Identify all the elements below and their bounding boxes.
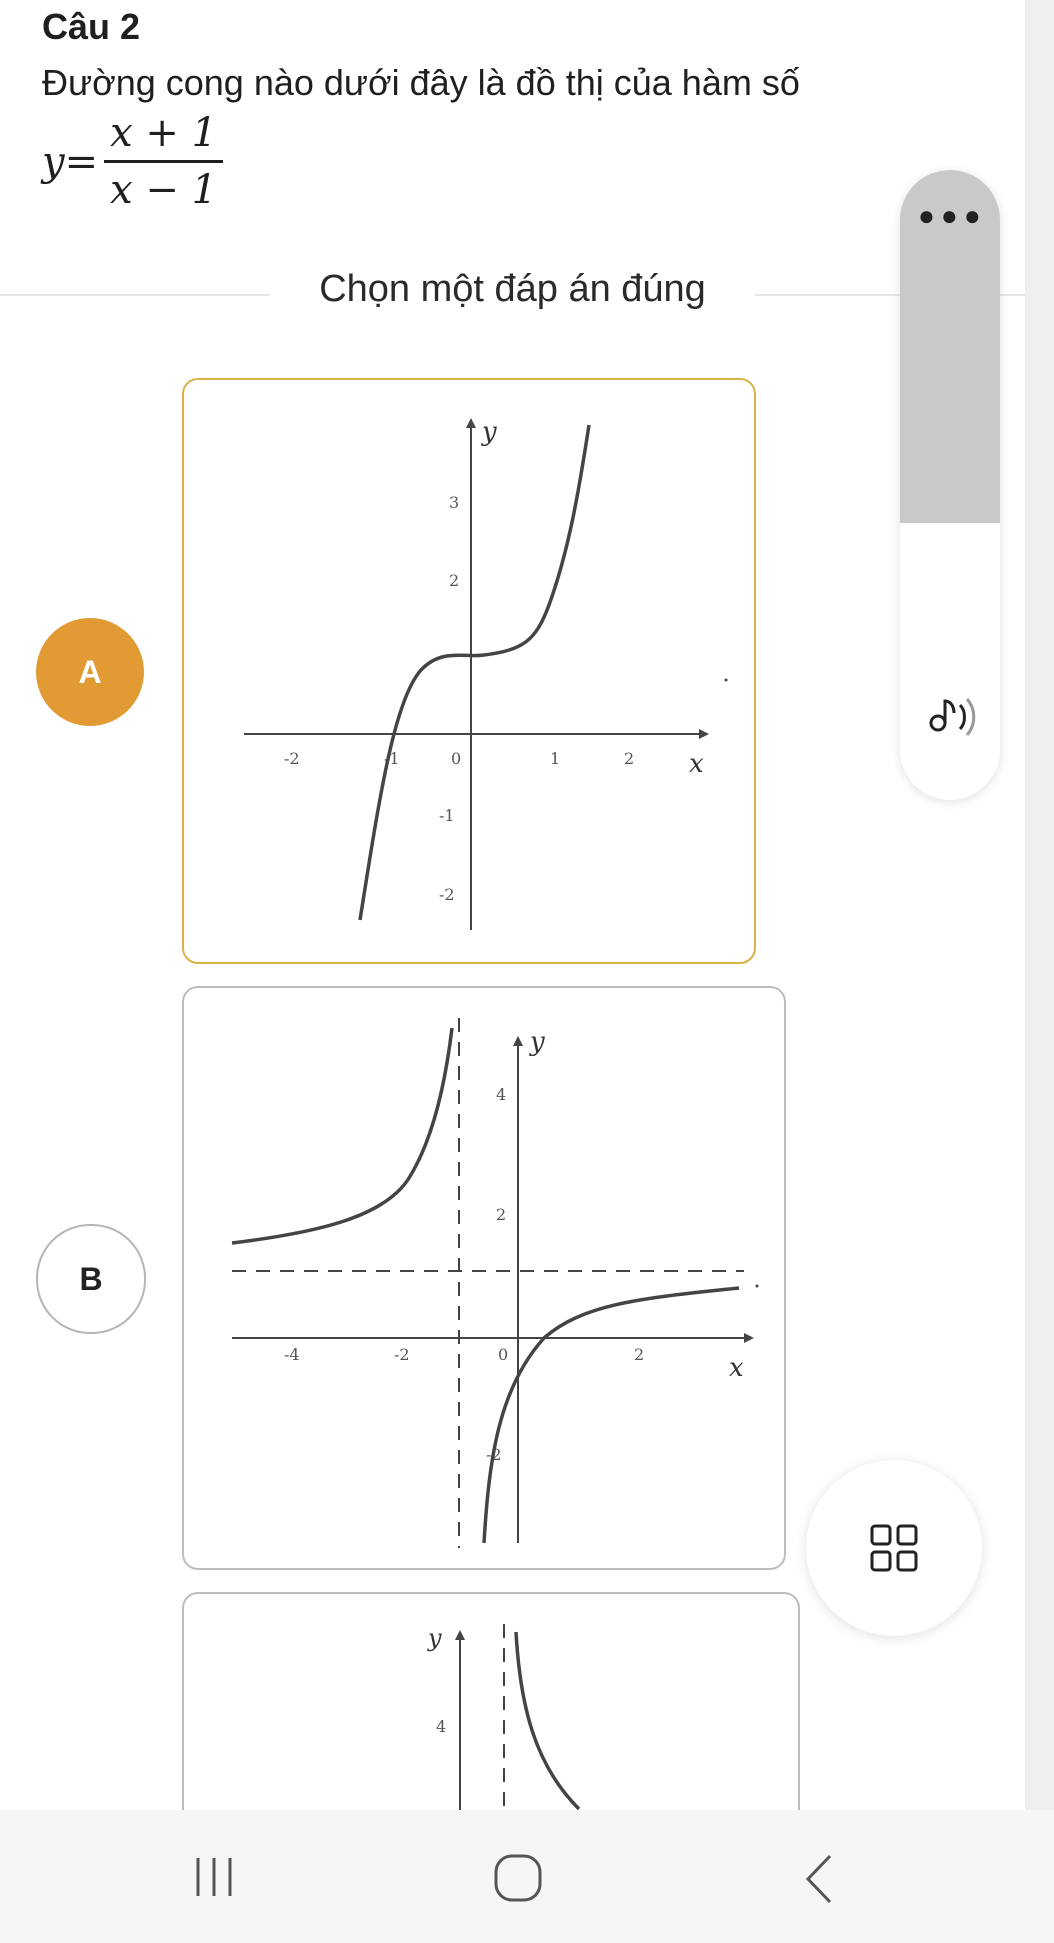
x-axis-arrow [744,1333,754,1343]
formula-fraction: x + 1 x − 1 [104,110,224,213]
formula-denominator: x − 1 [110,167,218,213]
grid-icon [870,1524,918,1572]
cubic-curve [358,424,591,921]
system-nav-bar [0,1810,1054,1943]
x-tick: 2 [624,749,634,768]
x-axis-arrow [699,729,709,739]
y-axis-arrow [455,1630,465,1640]
question-formula: y= x + 1 x − 1 [42,110,224,213]
x-tick: 2 [634,1345,644,1364]
dot-marker [724,678,728,682]
back-icon[interactable] [800,1852,840,1906]
home-icon[interactable] [490,1850,546,1906]
y-axis-arrow [466,418,476,428]
x-tick: 1 [550,749,560,768]
option-c-card[interactable]: y 4 [182,1592,800,1836]
option-a-badge[interactable]: A [36,618,144,726]
dot-marker [755,1284,759,1288]
formula-numerator: x + 1 [104,110,224,163]
y-tick: 2 [449,571,459,590]
quiz-page: Câu 2 Đường cong nào dưới đây là đồ thị … [0,0,1025,1836]
grid-button[interactable] [806,1460,982,1636]
option-b-card[interactable]: y x -4 -2 0 2 4 2 -2 [182,986,786,1570]
x-tick: 0 [498,1345,508,1364]
question-title: Câu 2 [42,6,141,47]
x-tick: -2 [394,1345,410,1364]
answer-prompt-text: Chọn một đáp án đúng [299,268,726,310]
audio-icon[interactable] [920,685,980,745]
option-c-graph: y 4 [427,1624,581,1834]
hyperbola-branch [514,1631,581,1811]
y-tick: 4 [436,1717,446,1736]
right-edge-strip [1025,0,1054,1810]
y-tick: 4 [496,1085,506,1104]
option-b-graph: y x -4 -2 0 2 4 2 -2 [231,1018,759,1548]
hyperbola-right-branch [482,1286,740,1544]
hyperbola-left-branch [231,1027,454,1245]
formula-lhs: y= [42,138,99,185]
option-a-graph: y x -2 -1 0 1 2 3 2 -1 -2 [244,417,728,930]
y-axis-arrow [513,1036,523,1046]
x-axis-label: x [729,1353,744,1383]
more-icon[interactable]: ●●● [918,200,987,232]
y-axis-label: y [427,1624,442,1652]
y-tick: -2 [439,885,455,904]
x-ticks: -2 -1 0 1 2 [284,749,634,768]
x-axis-label: x [689,749,704,779]
option-b-badge[interactable]: B [36,1224,146,1334]
y-tick: 3 [449,493,459,512]
question-text: Đường cong nào dưới đây là đồ thị của hà… [42,62,800,103]
y-tick: -1 [439,806,455,825]
x-ticks: -4 -2 0 2 [284,1345,644,1364]
x-tick: 0 [451,749,461,768]
y-ticks: 3 2 -1 -2 [439,493,459,904]
option-a-card[interactable]: y x -2 -1 0 1 2 3 2 -1 -2 [182,378,756,964]
recent-apps-icon[interactable] [190,1852,240,1902]
answer-prompt: Chọn một đáp án đúng [0,268,1025,311]
y-axis-label: y [481,417,497,447]
x-tick: -4 [284,1345,300,1364]
x-tick: -2 [284,749,300,768]
y-axis-label: y [529,1027,545,1057]
y-tick: 2 [496,1205,506,1224]
